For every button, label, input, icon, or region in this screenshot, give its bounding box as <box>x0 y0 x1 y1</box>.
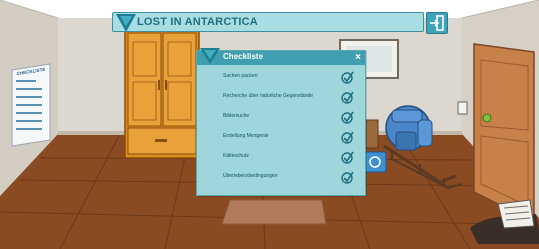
wardrobe <box>124 29 200 159</box>
game-title: LOST IN ANTARCTICA <box>137 16 258 28</box>
check-icon[interactable] <box>341 71 354 84</box>
checklist-header: Checkliste × <box>197 48 365 65</box>
check-icon[interactable] <box>341 91 354 104</box>
box <box>365 119 379 149</box>
title-bar: LOST IN ANTARCTICA <box>112 12 424 32</box>
checklist-item: Erstellung Mengenie <box>223 131 363 144</box>
rug <box>221 199 327 225</box>
checklist-item-label: Sachen packen <box>223 73 258 79</box>
checklist-item: Sachen packen <box>223 71 363 84</box>
checklist-item-label: Kälteschutz <box>223 153 249 159</box>
checklist-item-label: Überlebensbedingungen <box>223 173 278 179</box>
check-icon[interactable] <box>341 171 354 184</box>
triangle-logo-icon <box>116 14 136 32</box>
check-icon[interactable] <box>341 131 354 144</box>
checklist-item: Überlebensbedingungen <box>223 171 363 184</box>
exit-button[interactable] <box>426 12 448 34</box>
wall-poster <box>11 63 51 147</box>
check-icon[interactable] <box>341 151 354 164</box>
check-icon[interactable] <box>341 111 354 124</box>
exit-door-icon <box>430 15 444 31</box>
blue-package <box>363 151 387 173</box>
checklist-panel: Checkliste × Sachen packen Recherche übe… <box>196 48 366 196</box>
door <box>473 43 535 224</box>
checklist-item-label: Erstellung Mengenie <box>223 133 269 139</box>
checklist-title: Checkliste <box>223 52 264 61</box>
checklist-item: Bildersuche <box>223 111 363 124</box>
checklist-item: Kälteschutz <box>223 151 363 164</box>
close-icon[interactable]: × <box>355 51 361 64</box>
game-scene: LOST IN ANTARCTICA Checkliste × Sachen p… <box>0 0 539 249</box>
checklist-item-label: Recherche über natürliche Gegenstände <box>223 93 314 99</box>
light-switch <box>457 101 468 115</box>
triangle-logo-icon <box>200 48 220 64</box>
checklist-item-label: Bildersuche <box>223 113 250 119</box>
checklist-item: Recherche über natürliche Gegenstände <box>223 91 363 104</box>
